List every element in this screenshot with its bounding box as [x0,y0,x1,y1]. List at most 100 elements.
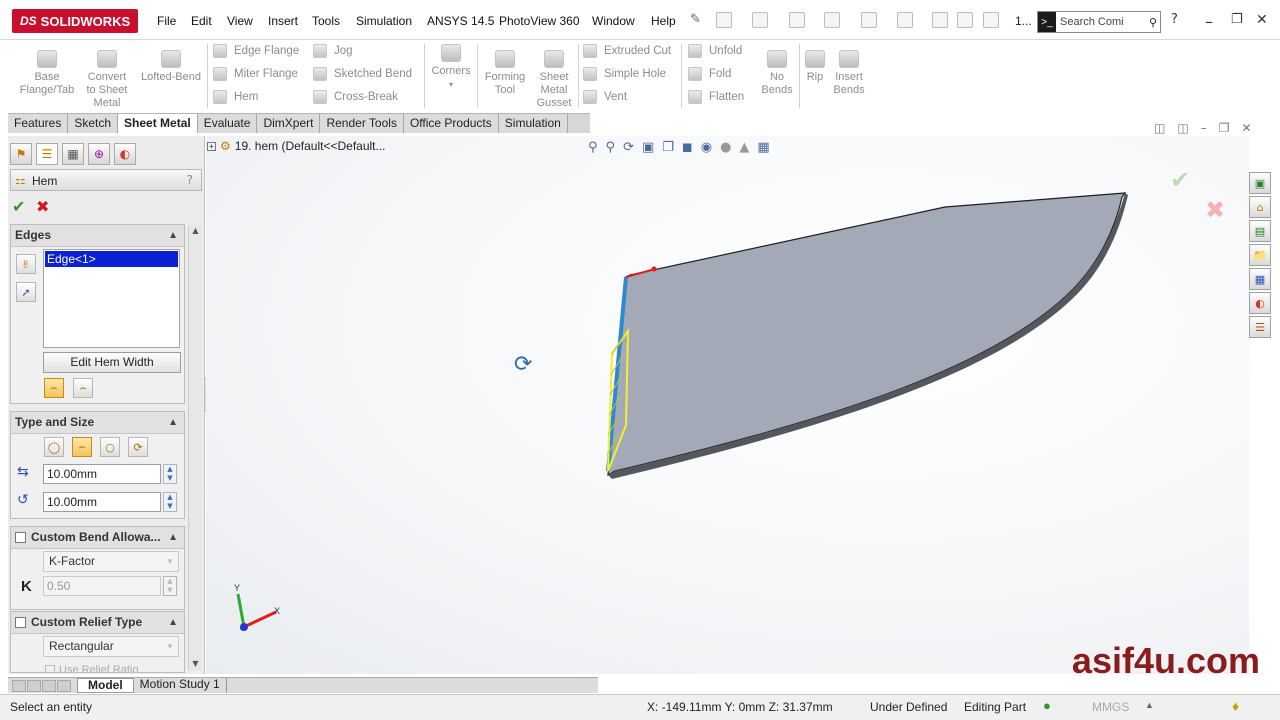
tab-dimxpert[interactable]: DimXpert [257,114,321,133]
tab-features[interactable]: Features [8,114,69,133]
convert-to-sheet-metal-button[interactable]: Convert to Sheet Metal [80,50,134,110]
tile-horizontal-icon[interactable]: ◫ [1154,121,1165,135]
options-icon[interactable] [983,12,999,28]
unfold-button[interactable]: Unfold [688,44,742,58]
feature-manager-tab-icon[interactable]: ⚑ [10,143,32,165]
feature-tree-flyout[interactable]: + ⚙ 19. hem (Default<<Default... [207,139,386,153]
use-relief-ratio-checkbox[interactable]: Use Relief Ratio [45,662,138,672]
custom-bend-allowance-checkbox[interactable] [15,532,26,543]
custom-relief-type-header[interactable]: Custom Relief Type ▲ [11,612,184,634]
zoom-to-area-icon[interactable]: ⚲ [606,140,616,155]
panel-scrollbar[interactable]: ▲ ▼ [188,226,202,670]
menu-photoview[interactable]: PhotoView 360 [499,14,580,28]
vent-button[interactable]: Vent [583,90,627,104]
doc-restore-icon[interactable]: ❐ [1219,121,1230,135]
menu-tools[interactable]: Tools [312,14,340,28]
hem-open-icon[interactable]: ⌢ [72,437,92,457]
display-style-icon[interactable]: ◼ [682,140,693,155]
edges-group-header[interactable]: Edges ▲ [11,225,184,247]
k-factor-spinner[interactable]: ▲ ▼ [163,576,177,596]
fold-button[interactable]: Fold [688,67,731,81]
no-bends-button[interactable]: No Bends [757,50,797,97]
menu-view[interactable]: View [227,14,253,28]
help-icon[interactable]: ? [187,173,193,187]
scroll-down-icon[interactable]: ▼ [189,659,202,668]
hem-button[interactable]: Hem [213,90,258,104]
menu-insert[interactable]: Insert [268,14,298,28]
rebuild-status-icon[interactable]: ● [1043,698,1051,713]
appearances-icon[interactable]: ◐ [1249,292,1271,314]
view-orientation-icon[interactable]: ❐ [662,140,674,155]
bend-outside-icon[interactable]: ⌢ [73,378,93,398]
first-tab-icon[interactable] [12,679,26,692]
sheet-metal-gusset-button[interactable]: Sheet Metal Gusset [533,50,575,110]
property-manager-tab-icon[interactable]: ☰ [36,143,58,165]
menu-help[interactable]: Help [651,14,676,28]
custom-bend-allowance-header[interactable]: Custom Bend Allowa... ▲ [11,527,184,549]
k-factor-input[interactable]: 0.50 [43,576,161,596]
rip-button[interactable]: Rip [801,50,829,84]
view-palette-icon[interactable]: ▦ [1249,268,1271,290]
unit-system-chevron-icon[interactable]: ▲ [1145,700,1154,710]
design-library-icon[interactable]: ▤ [1249,220,1271,242]
pin-icon[interactable]: ✎ [690,12,701,27]
extruded-cut-button[interactable]: Extruded Cut [583,44,671,58]
search-icon[interactable]: ⚲ [1149,16,1160,29]
jog-button[interactable]: Jog [313,44,353,58]
display-manager-tab-icon[interactable]: ◐ [114,143,136,165]
menu-simulation[interactable]: Simulation [356,14,412,28]
collapse-chevron-icon[interactable]: ▲ [168,225,178,246]
previous-tab-icon[interactable] [27,679,41,692]
tab-sheet-metal[interactable]: Sheet Metal [118,114,198,133]
bend-allowance-type-select[interactable]: K-Factor ▼ [43,551,179,572]
scroll-up-icon[interactable]: ▲ [189,226,202,235]
base-flange-button[interactable]: Base Flange/Tab [18,50,76,97]
print-icon[interactable] [824,12,840,28]
sheet-metal-part[interactable] [560,185,1150,485]
reverse-direction-icon[interactable]: ➚ [16,282,36,302]
tooltip-tag-icon[interactable]: ♦ [1232,698,1239,714]
sketched-bend-button[interactable]: Sketched Bend [313,67,412,81]
collapse-chevron-icon[interactable]: ▲ [168,412,178,433]
close-window-icon[interactable]: ✕ [1256,12,1268,28]
tab-model[interactable]: Model [77,678,134,693]
custom-properties-icon[interactable]: ☰ [1249,316,1271,338]
list-item[interactable]: Edge<1> [45,251,178,267]
hem-gap-input[interactable]: 10.00mm [43,492,161,512]
ok-check-icon[interactable]: ✔ [12,197,25,216]
tab-motion-study[interactable]: Motion Study 1 [134,678,227,693]
edge-flange-button[interactable]: Edge Flange [213,44,299,58]
simple-hole-button[interactable]: Simple Hole [583,67,666,81]
section-view-icon[interactable]: ▣ [642,140,654,155]
apply-scene-icon[interactable]: ▲ [739,140,749,155]
collapse-chevron-icon[interactable]: ▲ [168,612,178,633]
menu-file[interactable]: File [157,14,176,28]
tab-office-products[interactable]: Office Products [403,114,499,133]
hem-rolled-icon[interactable]: ⟳ [128,437,148,457]
part-face[interactable] [607,192,1127,477]
solidworks-resources-icon[interactable]: ▣ [1249,172,1271,194]
forming-tool-button[interactable]: Forming Tool [480,50,530,97]
confirm-ok-icon[interactable]: ✔ [1170,166,1190,194]
edges-selection-list[interactable]: Edge<1> [43,249,180,348]
tab-sketch[interactable]: Sketch [68,114,119,133]
menu-window[interactable]: Window [592,14,635,28]
tab-render-tools[interactable]: Render Tools [320,114,404,133]
cancel-x-icon[interactable]: ✖ [36,197,49,216]
previous-view-icon[interactable]: ⟳ [623,140,634,155]
file-explorer-icon[interactable]: 📁 [1249,244,1271,266]
flatten-button[interactable]: Flatten [688,90,744,104]
new-document-icon[interactable] [716,12,732,28]
tile-vertical-icon[interactable]: ◫ [1177,121,1188,135]
tab-evaluate[interactable]: Evaluate [197,114,258,133]
collapse-chevron-icon[interactable]: ▲ [168,527,178,548]
corners-dropdown-icon[interactable]: ▾ [428,78,474,91]
undo-icon[interactable] [861,12,877,28]
insert-bends-button[interactable]: Insert Bends [830,50,868,97]
next-tab-icon[interactable] [42,679,56,692]
save-icon[interactable] [789,12,805,28]
menu-edit[interactable]: Edit [191,14,212,28]
last-tab-icon[interactable] [57,679,71,692]
minimize-window-icon[interactable]: – [1205,12,1213,31]
open-document-icon[interactable] [752,12,768,28]
